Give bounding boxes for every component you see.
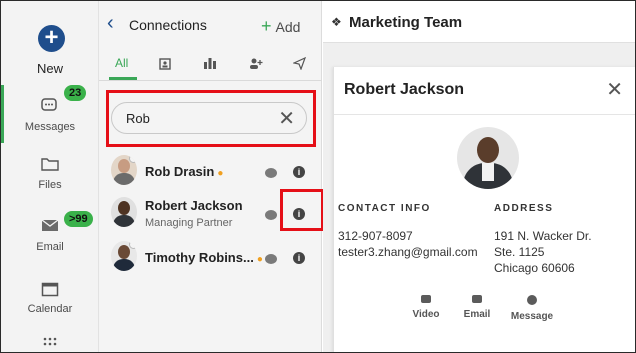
address-heading: ADDRESS [494,203,554,214]
phone-number[interactable]: 312-907-8097 [338,229,413,243]
rail-label-email: Email [36,241,64,253]
rail-item-messages[interactable]: 23 Messages [1,85,99,145]
rail-label-messages: Messages [24,121,76,133]
avatar [111,155,137,185]
divider [334,114,635,115]
chat-bubble-icon [41,98,57,111]
grid-icon [43,337,57,346]
rail-label-files: Files [38,179,62,191]
add-connection-button[interactable]: + Add [261,16,300,37]
video-icon [421,295,431,303]
calendar-icon [41,282,59,297]
chat-icon[interactable] [265,210,277,220]
presence-icon: ● [217,168,224,179]
add-label: Add [275,19,301,35]
back-chevron-icon[interactable]: ‹ [107,13,114,33]
add-person-icon[interactable] [249,57,263,70]
contact-info-heading: CONTACT INFO [338,203,431,214]
status-ring-icon [129,241,137,249]
presence-icon: ● [256,254,263,265]
folder-icon [41,158,59,171]
email-address[interactable]: tester3.zhang@gmail.com [338,245,478,259]
email-label: Email [463,309,491,320]
close-icon[interactable]: ✕ [606,77,623,102]
rail-item-files[interactable]: Files [1,157,99,191]
contact-row-timothy-robins[interactable]: Timothy Robins... ● i [99,237,322,281]
video-button[interactable]: Video [400,295,452,320]
connections-header: ‹ Connections + Add [99,1,322,45]
rail-item-email[interactable]: >99 Email [1,211,99,253]
rail-item-calendar[interactable]: Calendar [1,281,99,315]
active-tab-indicator [109,77,137,80]
profile-avatar [457,127,519,189]
contact-title: Managing Partner [145,217,233,229]
info-icon[interactable]: i [293,252,305,264]
chat-icon[interactable] [265,168,277,178]
contacts-icon[interactable] [159,58,171,70]
rail-label-calendar: Calendar [27,303,73,315]
search-highlight-box [106,90,316,147]
filter-tabs: All [99,49,322,81]
channel-header: ❖ Marketing Team [323,1,635,43]
contact-name: Timothy Robins... ● [145,250,263,265]
contact-name: Robert Jackson [145,198,243,213]
plus-icon: + [261,16,272,36]
message-label: Message [510,311,554,322]
contact-name: Rob Drasin ● [145,164,224,179]
main-area: ❖ Marketing Team Robert Jackson ✕ CONTAC… [323,1,635,352]
address-line-2: Ste. 1125 [494,245,545,259]
status-ring-icon [129,155,137,163]
connections-title: Connections [129,17,207,33]
message-button[interactable]: Message [506,295,558,322]
app-window: + New 23 Messages Files >99 Email Calend… [0,0,636,353]
address-line-3: Chicago 60606 [494,261,575,275]
tab-all[interactable]: All [115,56,128,70]
team-icon: ❖ [331,15,342,29]
envelope-icon [41,219,59,231]
detail-name: Robert Jackson [344,81,465,98]
send-icon[interactable] [293,57,306,70]
company-icon[interactable] [203,57,217,70]
chat-icon [527,295,537,305]
info-icon[interactable]: i [293,166,305,178]
new-label: New [36,61,63,76]
channel-title: Marketing Team [349,14,463,31]
email-button[interactable]: Email [451,295,503,320]
avatar [111,197,137,227]
contact-detail-panel: Robert Jackson ✕ CONTACT INFO ADDRESS 31… [333,67,635,352]
address-line-1: 191 N. Wacker Dr. [494,229,592,243]
chat-icon[interactable] [265,254,277,264]
messages-badge: 23 [64,85,87,101]
rail-more[interactable] [1,337,99,349]
avatar [111,241,137,271]
left-rail: + New 23 Messages Files >99 Email Calend… [1,1,99,352]
new-button[interactable]: + [38,25,65,52]
envelope-icon [472,295,482,303]
connections-panel: ‹ Connections + Add All Rob ✕ Rob Drasin… [99,1,322,352]
email-badge: >99 [64,211,93,227]
info-highlight-box [280,189,324,231]
video-label: Video [412,309,440,320]
